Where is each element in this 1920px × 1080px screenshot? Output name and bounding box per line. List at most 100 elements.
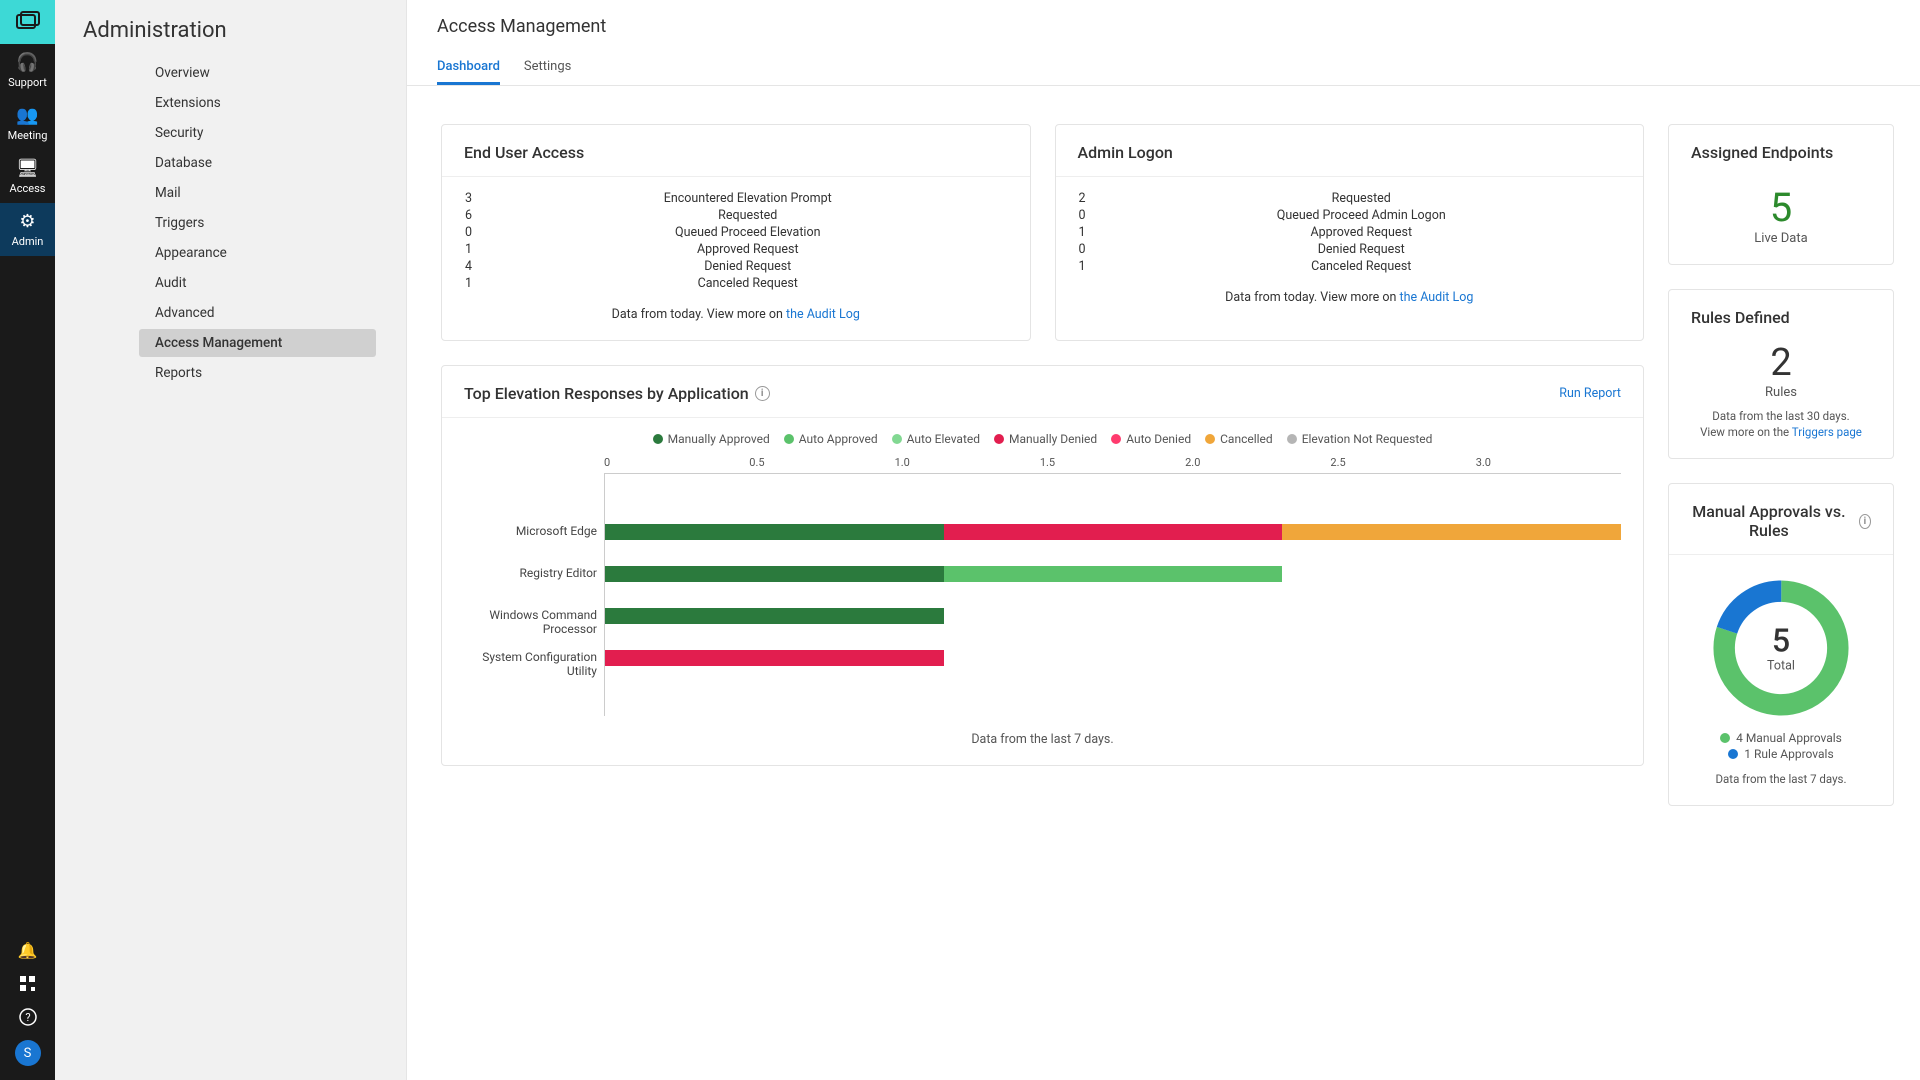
stat-count: 4 — [464, 259, 472, 274]
card-top-elevation: Top Elevation Responses by Application i… — [441, 365, 1644, 766]
rules-value: 2 — [1691, 341, 1871, 385]
card-manual-vs-rules: Manual Approvals vs. Rules i 5 Total 4 M… — [1668, 483, 1894, 806]
info-icon[interactable]: i — [755, 386, 770, 401]
axis-tick: 0.5 — [749, 456, 894, 469]
stat-label: Requested — [488, 208, 1008, 223]
stat-label: Denied Request — [1102, 242, 1622, 257]
notifications-icon[interactable]: 🔔 — [0, 933, 55, 968]
assigned-value: 5 — [1691, 184, 1871, 231]
sidebar-item-access-management[interactable]: Access Management — [139, 329, 376, 357]
legend-item: 1 Rule Approvals — [1720, 747, 1842, 761]
stat-count: 0 — [1078, 208, 1086, 223]
info-icon[interactable]: i — [1859, 514, 1871, 529]
stat-label: Canceled Request — [488, 276, 1008, 291]
mvr-footer: Data from the last 7 days. — [1716, 771, 1847, 787]
rail-label: Meeting — [8, 129, 48, 142]
rail-label: Admin — [12, 235, 44, 248]
tab-settings[interactable]: Settings — [524, 51, 571, 85]
bar-segment — [944, 566, 1283, 582]
rail-item-support[interactable]: 🎧 Support — [0, 44, 55, 97]
sidebar-item-advanced[interactable]: Advanced — [139, 299, 376, 327]
stat-label: Approved Request — [488, 242, 1008, 257]
bar-segment — [605, 566, 944, 582]
bar-segment — [1282, 524, 1621, 540]
tab-dashboard[interactable]: Dashboard — [437, 51, 500, 85]
bar-row: Registry Editor — [605, 566, 1621, 582]
rail-item-admin[interactable]: ⚙ Admin — [0, 203, 55, 256]
stat-count: 1 — [464, 276, 472, 291]
support-icon: 🎧 — [16, 54, 38, 72]
card-title: Manual Approvals vs. Rules — [1691, 502, 1847, 540]
bar-row: System Configuration Utility — [605, 650, 1621, 666]
stat-label: Approved Request — [1102, 225, 1622, 240]
card-rules-defined: Rules Defined 2 Rules Data from the last… — [1668, 289, 1894, 459]
stat-label: Requested — [1102, 191, 1622, 206]
rail-item-meeting[interactable]: 👥Meeting — [0, 97, 55, 150]
assigned-sub: Live Data — [1691, 231, 1871, 246]
audit-log-link[interactable]: the Audit Log — [1400, 290, 1474, 305]
rail-label: Support — [8, 76, 47, 89]
stat-count: 3 — [464, 191, 472, 206]
sidebar-item-overview[interactable]: Overview — [139, 59, 376, 87]
app-logo[interactable] — [0, 0, 55, 44]
chart-footer: Data from the last 7 days. — [464, 732, 1621, 747]
card-footer: Data from today. View more on the Audit … — [1078, 290, 1622, 305]
audit-log-link[interactable]: the Audit Log — [786, 307, 860, 322]
stat-row: 0Queued Proceed Admin Logon — [1078, 208, 1622, 223]
stat-row: 1Approved Request — [1078, 225, 1622, 240]
sidebar-item-extensions[interactable]: Extensions — [139, 89, 376, 117]
bar-row: Microsoft Edge — [605, 524, 1621, 540]
triggers-page-link[interactable]: Triggers page — [1792, 425, 1862, 439]
page-title: Access Management — [437, 16, 1890, 37]
apps-icon[interactable] — [0, 968, 55, 1000]
axis-tick: 2.5 — [1330, 456, 1475, 469]
axis-tick: 0 — [604, 456, 749, 469]
stat-row: 2Requested — [1078, 191, 1622, 206]
legend-item: Auto Elevated — [892, 432, 980, 446]
stat-row: 3 Encountered Elevation Prompt — [464, 191, 1008, 206]
card-admin-logon: Admin Logon 2Requested0Queued Proceed Ad… — [1055, 124, 1645, 341]
legend-item: Auto Approved — [784, 432, 878, 446]
stat-label: Encountered Elevation Prompt — [488, 191, 1008, 206]
avatar[interactable]: S — [15, 1040, 41, 1066]
bar-segment — [605, 650, 944, 666]
stat-row: 1 Canceled Request — [464, 276, 1008, 291]
help-icon[interactable]: ? — [0, 1000, 55, 1034]
card-title: Assigned Endpoints — [1669, 125, 1893, 176]
card-assigned-endpoints: Assigned Endpoints 5 Live Data — [1668, 124, 1894, 265]
card-title: Top Elevation Responses by Application — [464, 384, 749, 403]
stat-row: 4 Denied Request — [464, 259, 1008, 274]
sidebar-item-triggers[interactable]: Triggers — [139, 209, 376, 237]
sidebar-item-security[interactable]: Security — [139, 119, 376, 147]
stat-count: 0 — [1078, 242, 1086, 257]
legend-item: 4 Manual Approvals — [1720, 731, 1842, 745]
legend-item: Cancelled — [1205, 432, 1273, 446]
bar-label: System Configuration Utility — [457, 650, 597, 678]
axis-tick: 2.0 — [1185, 456, 1330, 469]
admin-icon: ⚙ — [19, 213, 35, 231]
axis-tick: 3.0 — [1476, 456, 1621, 469]
sidebar-item-database[interactable]: Database — [139, 149, 376, 177]
axis-tick: 1.0 — [895, 456, 1040, 469]
rules-sub: Rules — [1691, 385, 1871, 400]
run-report-link[interactable]: Run Report — [1559, 386, 1621, 401]
sidebar-item-reports[interactable]: Reports — [139, 359, 376, 387]
left-rail: 🎧 Support 👥Meeting🖥Access ⚙ Admin 🔔 ? S — [0, 0, 55, 1080]
bar-segment — [944, 524, 1283, 540]
sidebar-item-mail[interactable]: Mail — [139, 179, 376, 207]
sidebar-item-audit[interactable]: Audit — [139, 269, 376, 297]
stat-label: Denied Request — [488, 259, 1008, 274]
stat-row: 1Canceled Request — [1078, 259, 1622, 274]
stat-row: 6Requested — [464, 208, 1008, 223]
stat-label: Queued Proceed Elevation — [488, 225, 1008, 240]
svg-text:5: 5 — [1772, 622, 1790, 660]
svg-text:Total: Total — [1767, 659, 1795, 674]
sidebar-item-appearance[interactable]: Appearance — [139, 239, 376, 267]
legend-item: Manually Approved — [653, 432, 770, 446]
card-title: End User Access — [442, 125, 1030, 177]
rail-item-access[interactable]: 🖥Access — [0, 150, 55, 203]
legend-item: Elevation Not Requested — [1287, 432, 1433, 446]
legend-item: Auto Denied — [1111, 432, 1191, 446]
stat-row: 1Approved Request — [464, 242, 1008, 257]
stat-count: 0 — [464, 225, 472, 240]
